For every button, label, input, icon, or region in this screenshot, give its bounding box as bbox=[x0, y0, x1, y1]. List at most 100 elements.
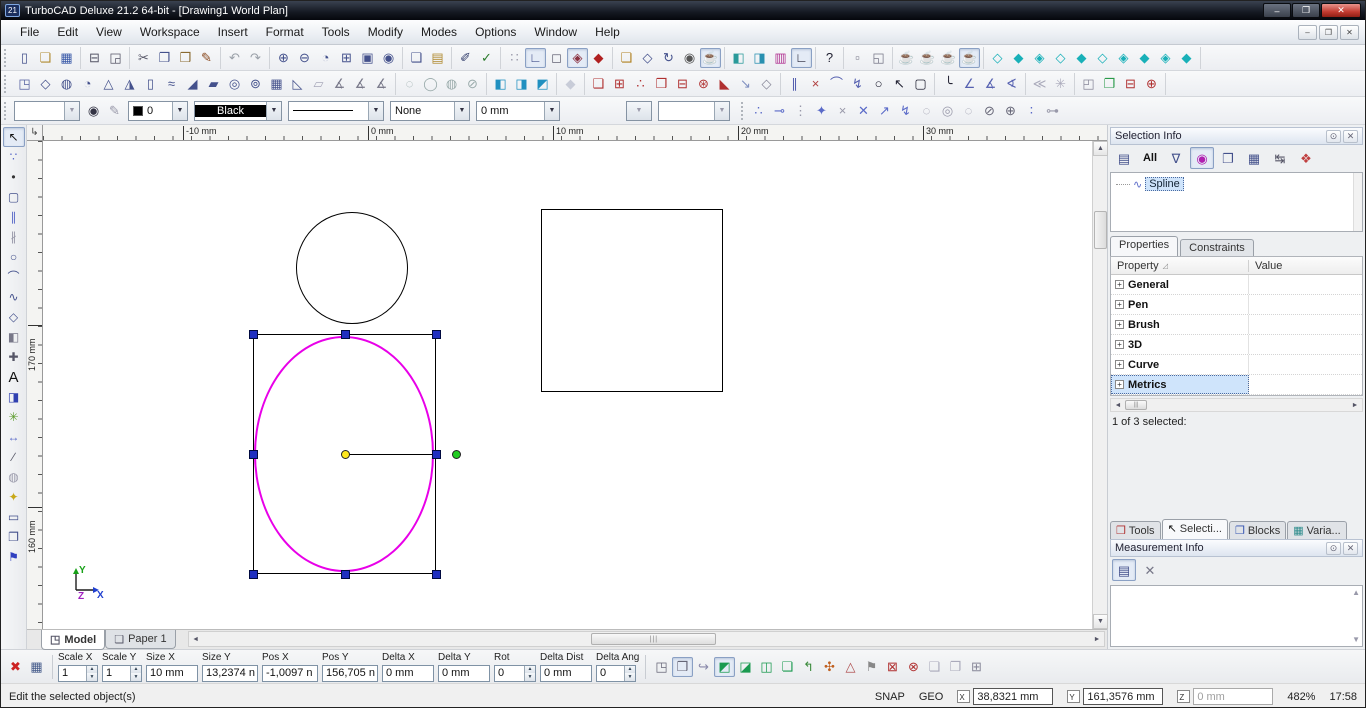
selection-tree[interactable]: ∿ Spline bbox=[1110, 172, 1363, 232]
highlight-icon[interactable]: ◉ bbox=[1190, 147, 1214, 169]
chevron-down-icon[interactable]: ▼ bbox=[368, 101, 383, 120]
view-left-icon[interactable]: ◇ bbox=[1050, 48, 1071, 68]
palette-tab-blocks[interactable]: ❐ Blocks bbox=[1228, 521, 1287, 539]
property-value[interactable] bbox=[1249, 375, 1362, 394]
mdi-close-button[interactable]: ✕ bbox=[1340, 24, 1359, 40]
snap-disabled-icon[interactable]: ⊘ bbox=[979, 101, 1000, 121]
mesh-3d-icon[interactable]: ▦ bbox=[266, 74, 287, 94]
scroll-down-icon[interactable]: ▼ bbox=[1352, 635, 1360, 644]
node-edit-tool-icon[interactable]: ∵ bbox=[3, 147, 25, 167]
circle-tool-icon[interactable]: ○ bbox=[868, 74, 889, 94]
zoom-out-icon[interactable]: ⊖ bbox=[294, 48, 315, 68]
snap-cross-1-icon[interactable]: × bbox=[832, 101, 853, 121]
property-row-3d[interactable]: +3D bbox=[1111, 335, 1362, 355]
ruler-origin-icon[interactable]: ↳ bbox=[27, 125, 43, 141]
insp-curve-icon[interactable]: ↪ bbox=[693, 657, 714, 677]
flag-tool-icon[interactable]: ⚑ bbox=[3, 547, 25, 567]
facet-render-icon[interactable]: ◈ bbox=[567, 47, 588, 68]
menu-edit[interactable]: Edit bbox=[48, 22, 87, 42]
select-tool-icon[interactable]: ↖ bbox=[2, 127, 25, 147]
box-tool-icon[interactable]: ◇ bbox=[3, 307, 25, 327]
copy-fit-icon[interactable]: ⊟ bbox=[672, 74, 693, 94]
box-3d-icon[interactable]: ◳ bbox=[14, 74, 35, 94]
local-axis-icon[interactable]: ∟ bbox=[791, 47, 812, 68]
pen-color-combo[interactable]: Black ▼ bbox=[194, 100, 282, 121]
panel-close-icon[interactable]: ✕ bbox=[1343, 541, 1358, 555]
save-file-icon[interactable]: ▦ bbox=[56, 48, 77, 68]
mdi-restore-button[interactable]: ❐ bbox=[1319, 24, 1338, 40]
copy-array-icon[interactable]: ⊞ bbox=[609, 74, 630, 94]
scroll-up-icon[interactable]: ▲ bbox=[1352, 588, 1360, 597]
render-scene-icon[interactable]: ☕ bbox=[700, 47, 721, 68]
vase-3d-icon[interactable]: ▰ bbox=[203, 74, 224, 94]
expand-icon[interactable]: + bbox=[1115, 340, 1124, 349]
bool-subtract-icon[interactable]: ◨ bbox=[511, 74, 532, 94]
property-value[interactable] bbox=[1249, 295, 1362, 314]
pin-icon[interactable]: ⊙ bbox=[1326, 129, 1341, 143]
point-tool-icon[interactable]: • bbox=[3, 167, 25, 187]
render-wire-icon[interactable]: ☕ bbox=[896, 48, 917, 68]
snap-burst-icon[interactable]: ✳ bbox=[1050, 74, 1071, 94]
dimension-tool-icon[interactable]: ↔ bbox=[3, 427, 25, 447]
cube-3d-icon[interactable]: ◇ bbox=[35, 74, 56, 94]
coord-x-value[interactable]: 38,8321 mm bbox=[973, 688, 1054, 705]
inspector-close-icon[interactable]: ✖ bbox=[5, 657, 26, 677]
horizontal-scroll-thumb[interactable]: ||| bbox=[591, 633, 717, 645]
chevron-down-icon[interactable]: ▼ bbox=[454, 101, 469, 120]
insp-plane-cp-icon[interactable]: ◫ bbox=[756, 657, 777, 677]
tree-item-spline[interactable]: ∿ Spline bbox=[1113, 177, 1351, 191]
spinner-icon[interactable]: ▲ ▼ bbox=[86, 665, 97, 681]
wide-combo[interactable]: ▼ bbox=[658, 100, 730, 121]
view-back-icon[interactable]: ◈ bbox=[1029, 48, 1050, 68]
select-mode-1-icon[interactable]: ▫ bbox=[847, 48, 868, 68]
material-copy-icon[interactable]: ◧ bbox=[728, 48, 749, 68]
sphere-tool-icon[interactable]: ◍ bbox=[3, 467, 25, 487]
view-se-icon[interactable]: ◈ bbox=[1155, 48, 1176, 68]
scroll-up-icon[interactable]: ▲ bbox=[1093, 141, 1108, 156]
insp-star-icon[interactable]: ✣ bbox=[819, 657, 840, 677]
copy-vector-icon[interactable]: ◣ bbox=[714, 74, 735, 94]
chamfer-1-icon[interactable]: ∠ bbox=[959, 74, 980, 94]
chevron-down-icon[interactable]: ▼ bbox=[627, 101, 651, 120]
menu-tools[interactable]: Tools bbox=[313, 22, 359, 42]
insp-plane-world-icon[interactable]: ◩ bbox=[714, 656, 735, 677]
layer-lock-icon[interactable]: ✎ bbox=[104, 101, 125, 121]
selection-handle[interactable] bbox=[340, 570, 350, 579]
palette-tab-selecti[interactable]: ↖ Selecti... bbox=[1161, 519, 1228, 539]
palette-tab-tools[interactable]: ❒ Tools bbox=[1110, 521, 1161, 539]
ortho-mode-icon[interactable]: ∟ bbox=[525, 47, 546, 68]
new-file-icon[interactable]: ▯ bbox=[14, 48, 35, 68]
property-row-pen[interactable]: + Pen bbox=[1111, 295, 1362, 315]
field-scale-x-input[interactable]: 1 ▲ ▼ bbox=[58, 664, 98, 682]
property-value[interactable] bbox=[1249, 335, 1362, 354]
field-delta-x-input[interactable]: 0 mm bbox=[382, 664, 434, 682]
mouse-snap-icon[interactable]: ◻ bbox=[546, 48, 567, 68]
valve-tool-icon[interactable]: ⊕ bbox=[1141, 74, 1162, 94]
property-value[interactable] bbox=[1249, 355, 1362, 374]
spell-check-icon[interactable]: ✓ bbox=[476, 48, 497, 68]
sweep-30-1-icon[interactable]: ∡ bbox=[329, 74, 350, 94]
chevron-down-icon[interactable]: ▼ bbox=[64, 101, 79, 120]
grid-snap-icon[interactable]: ∷ bbox=[504, 48, 525, 68]
spray-tool-icon[interactable]: ✦ bbox=[3, 487, 25, 507]
hatch-tool-icon[interactable]: ∕ bbox=[3, 447, 25, 467]
slope-3d-icon[interactable]: ◺ bbox=[287, 74, 308, 94]
selection-handle[interactable] bbox=[432, 330, 441, 339]
undo-icon[interactable]: ↶ bbox=[224, 48, 245, 68]
chevron-down-icon[interactable]: ▼ bbox=[172, 101, 187, 120]
render-final-icon[interactable]: ☕ bbox=[959, 47, 980, 68]
print-region-icon[interactable]: ⊟ bbox=[1120, 74, 1141, 94]
copy-entities-icon[interactable]: ❑ bbox=[406, 48, 427, 68]
zoom-window-icon[interactable]: ⊞ bbox=[336, 48, 357, 68]
view-iso-icon[interactable]: ◇ bbox=[987, 48, 1008, 68]
pin-icon[interactable]: ⊙ bbox=[1326, 541, 1341, 555]
field-pos-x-input[interactable]: -1,0097 n bbox=[262, 664, 318, 682]
snap-arc-up-icon[interactable]: ↗ bbox=[874, 101, 895, 121]
menu-insert[interactable]: Insert bbox=[209, 22, 257, 42]
round-1-icon[interactable]: ◌ bbox=[399, 74, 420, 94]
property-value[interactable] bbox=[1249, 315, 1362, 334]
image-tool-icon[interactable]: ◨ bbox=[3, 387, 25, 407]
insp-no-2-icon[interactable]: ⊗ bbox=[903, 657, 924, 677]
snap-aperture-icon[interactable]: ⊕ bbox=[1000, 101, 1021, 121]
field-pos-y-input[interactable]: 156,705 n bbox=[322, 664, 378, 682]
